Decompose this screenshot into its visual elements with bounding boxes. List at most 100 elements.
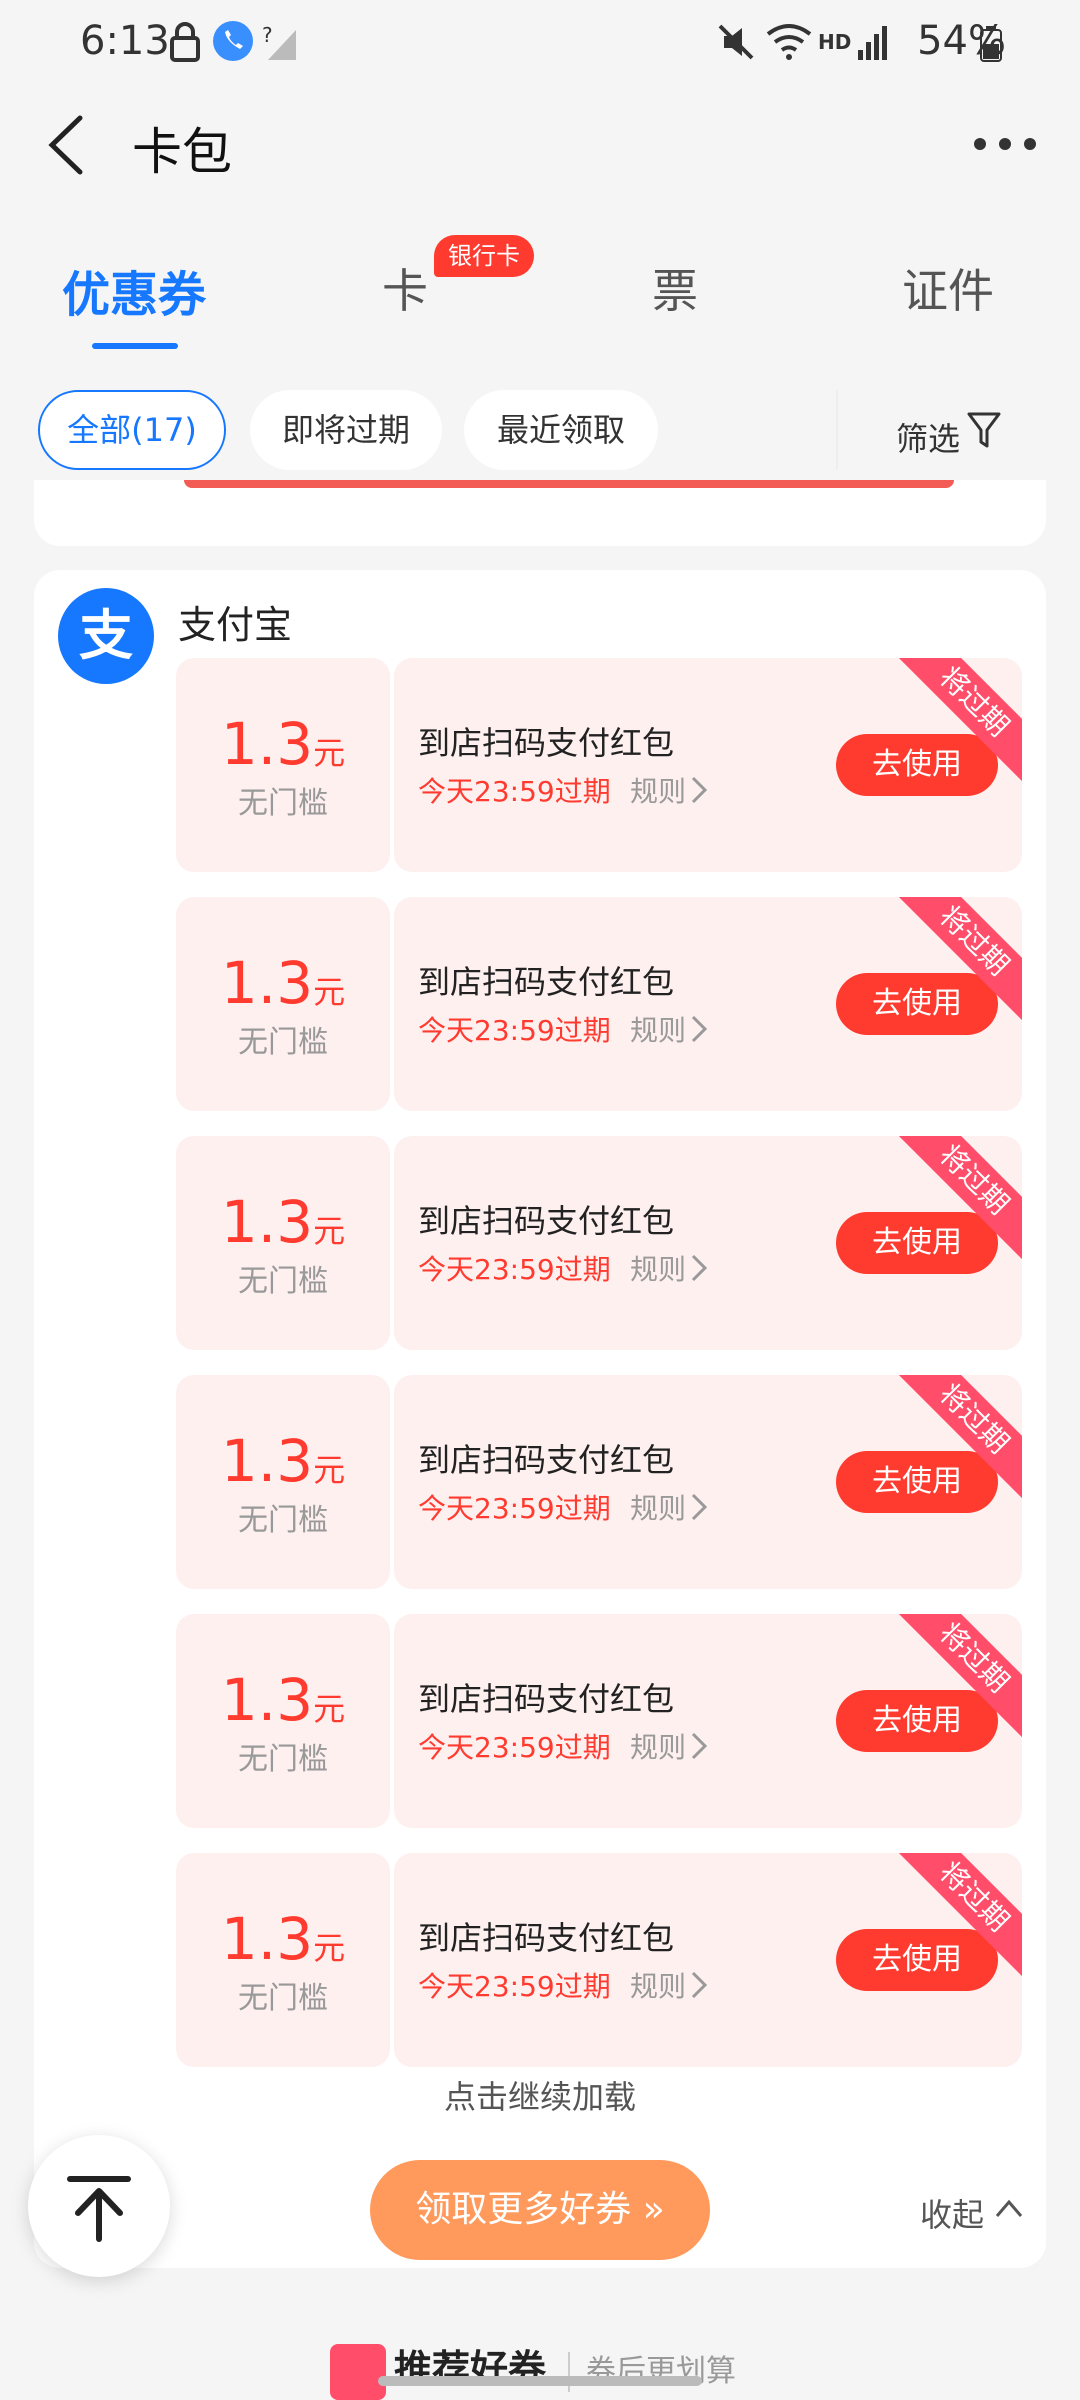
wifi-icon <box>766 24 812 60</box>
coupon-amount: 1.3元 <box>220 949 346 1017</box>
coupon-card[interactable]: 1.3元 无门槛 到店扫码支付红包 今天23:59过期 规则 去使用 将过期 <box>176 1614 1022 1828</box>
coupon-info-panel: 到店扫码支付红包 今天23:59过期 规则 去使用 将过期 <box>394 1136 1022 1350</box>
coupon-rules-link[interactable]: 规则 <box>630 1965 686 2005</box>
funnel-icon[interactable] <box>966 410 1002 450</box>
coupon-rules-link[interactable]: 规则 <box>630 1726 686 1766</box>
arrow-to-top-icon <box>67 2176 131 2242</box>
bank-card-badge: 银行卡 <box>434 235 534 277</box>
previous-merchant-card <box>34 480 1046 546</box>
status-bar: 6:13 ? HD 54% <box>0 0 1080 90</box>
coupon-threshold: 无门槛 <box>238 1981 328 2016</box>
coupon-amount-panel: 1.3元 无门槛 <box>176 1136 390 1350</box>
get-more-coupons-button[interactable]: 领取更多好券 » <box>370 2160 710 2260</box>
coupon-expiry: 今天23:59过期 <box>418 1731 611 1764</box>
coupon-title: 到店扫码支付红包 <box>418 1919 675 1957</box>
coupon-card[interactable]: 1.3元 无门槛 到店扫码支付红包 今天23:59过期 规则 去使用 将过期 <box>176 658 1022 872</box>
coupon-info-panel: 到店扫码支付红包 今天23:59过期 规则 去使用 将过期 <box>394 1614 1022 1828</box>
recommend-divider <box>568 2352 570 2392</box>
alipay-logo-icon: 支 <box>79 604 133 667</box>
use-coupon-button[interactable]: 去使用 <box>836 1690 998 1752</box>
coupon-amount: 1.3元 <box>220 1905 346 1973</box>
filter-chip-recent[interactable]: 最近领取 <box>464 390 658 470</box>
coupon-title: 到店扫码支付红包 <box>418 1202 675 1240</box>
coupon-amount-panel: 1.3元 无门槛 <box>176 658 390 872</box>
recommend-logo-icon <box>330 2344 386 2400</box>
coupon-expiry: 今天23:59过期 <box>418 1253 611 1286</box>
coupon-threshold: 无门槛 <box>238 786 328 821</box>
coupon-amount: 1.3元 <box>220 710 346 778</box>
filter-button[interactable]: 筛选 <box>896 414 960 460</box>
coupon-amount-panel: 1.3元 无门槛 <box>176 1614 390 1828</box>
status-time: 6:13 <box>80 18 170 64</box>
chevron-right-icon <box>691 1971 708 1999</box>
recommended-section-peek: 推荐好券 券后更划算 <box>0 2332 1080 2400</box>
load-more-link[interactable]: 点击继续加载 <box>34 2072 1046 2118</box>
alipay-logo: 支 <box>58 588 154 684</box>
coupon-card[interactable]: 1.3元 无门槛 到店扫码支付红包 今天23:59过期 规则 去使用 将过期 <box>176 1375 1022 1589</box>
coupon-rules-link[interactable]: 规则 <box>630 770 686 810</box>
coupon-title: 到店扫码支付红包 <box>418 1680 675 1718</box>
home-indicator[interactable] <box>378 2376 702 2386</box>
chevron-up-icon[interactable] <box>994 2196 1024 2220</box>
coupon-amount: 1.3元 <box>220 1427 346 1495</box>
coupon-rules-link[interactable]: 规则 <box>630 1248 686 1288</box>
use-coupon-button[interactable]: 去使用 <box>836 734 998 796</box>
filter-row: 全部(17) 即将过期 最近领取 筛选 <box>0 380 1080 480</box>
tab-coupons[interactable]: 优惠券 <box>62 255 206 325</box>
svg-text:?: ? <box>262 23 273 47</box>
use-coupon-button[interactable]: 去使用 <box>836 973 998 1035</box>
collapse-button[interactable]: 收起 <box>920 2190 984 2236</box>
chevron-right-icon <box>691 1254 708 1282</box>
coupon-title: 到店扫码支付红包 <box>418 724 675 762</box>
use-coupon-button[interactable]: 去使用 <box>836 1929 998 1991</box>
back-to-top-button[interactable] <box>28 2135 170 2277</box>
coupon-threshold: 无门槛 <box>238 1025 328 1060</box>
tab-certificates[interactable]: 证件 <box>902 255 994 321</box>
coupon-rules-link[interactable]: 规则 <box>630 1487 686 1527</box>
coupon-amount: 1.3元 <box>220 1188 346 1256</box>
previous-card-button-edge <box>184 480 954 488</box>
coupon-info-panel: 到店扫码支付红包 今天23:59过期 规则 去使用 将过期 <box>394 658 1022 872</box>
coupon-title: 到店扫码支付红包 <box>418 1441 675 1479</box>
chevron-right-icon <box>691 1015 708 1043</box>
coupon-info-panel: 到店扫码支付红包 今天23:59过期 规则 去使用 将过期 <box>394 1853 1022 2067</box>
battery-icon <box>980 26 1002 62</box>
use-coupon-button[interactable]: 去使用 <box>836 1451 998 1513</box>
merchant-name: 支付宝 <box>178 603 293 647</box>
coupon-amount: 1.3元 <box>220 1666 346 1734</box>
coupon-info-panel: 到店扫码支付红包 今天23:59过期 规则 去使用 将过期 <box>394 897 1022 1111</box>
coupon-amount-panel: 1.3元 无门槛 <box>176 1853 390 2067</box>
filter-chip-all[interactable]: 全部(17) <box>38 390 226 470</box>
cell-signal-icon <box>858 26 887 60</box>
coupon-card[interactable]: 1.3元 无门槛 到店扫码支付红包 今天23:59过期 规则 去使用 将过期 <box>176 897 1022 1111</box>
chevron-right-icon <box>691 776 708 804</box>
filter-divider <box>836 390 838 470</box>
coupon-card[interactable]: 1.3元 无门槛 到店扫码支付红包 今天23:59过期 规则 去使用 将过期 <box>176 1853 1022 2067</box>
tab-cards[interactable]: 卡 <box>382 255 428 321</box>
mute-icon <box>718 24 754 60</box>
coupon-threshold: 无门槛 <box>238 1264 328 1299</box>
coupon-rules-link[interactable]: 规则 <box>630 1009 686 1049</box>
filter-chip-expiring[interactable]: 即将过期 <box>250 390 442 470</box>
coupon-card[interactable]: 1.3元 无门槛 到店扫码支付红包 今天23:59过期 规则 去使用 将过期 <box>176 1136 1022 1350</box>
lock-icon <box>170 22 200 62</box>
coupon-title: 到店扫码支付红包 <box>418 963 675 1001</box>
coupon-threshold: 无门槛 <box>238 1503 328 1538</box>
coupon-expiry: 今天23:59过期 <box>418 775 611 808</box>
page-title: 卡包 <box>132 123 232 181</box>
tab-tickets[interactable]: 票 <box>652 255 698 321</box>
use-coupon-button[interactable]: 去使用 <box>836 1212 998 1274</box>
coupon-info-panel: 到店扫码支付红包 今天23:59过期 规则 去使用 将过期 <box>394 1375 1022 1589</box>
more-options-icon[interactable] <box>970 132 1040 156</box>
signal-weak-icon: ? <box>262 23 296 60</box>
coupon-expiry: 今天23:59过期 <box>418 1492 611 1525</box>
call-icon <box>213 21 253 61</box>
coupon-expiry: 今天23:59过期 <box>418 1970 611 2003</box>
back-arrow-icon[interactable] <box>40 112 100 178</box>
coupon-amount-panel: 1.3元 无门槛 <box>176 897 390 1111</box>
coupon-expiry: 今天23:59过期 <box>418 1014 611 1047</box>
merchant-card: 支 支付宝 1.3元 无门槛 到店扫码支付红包 今天23:59过期 规则 去使用… <box>34 570 1046 2268</box>
coupon-amount-panel: 1.3元 无门槛 <box>176 1375 390 1589</box>
header: 卡包 <box>0 90 1080 200</box>
svg-text:支: 支 <box>79 604 133 667</box>
